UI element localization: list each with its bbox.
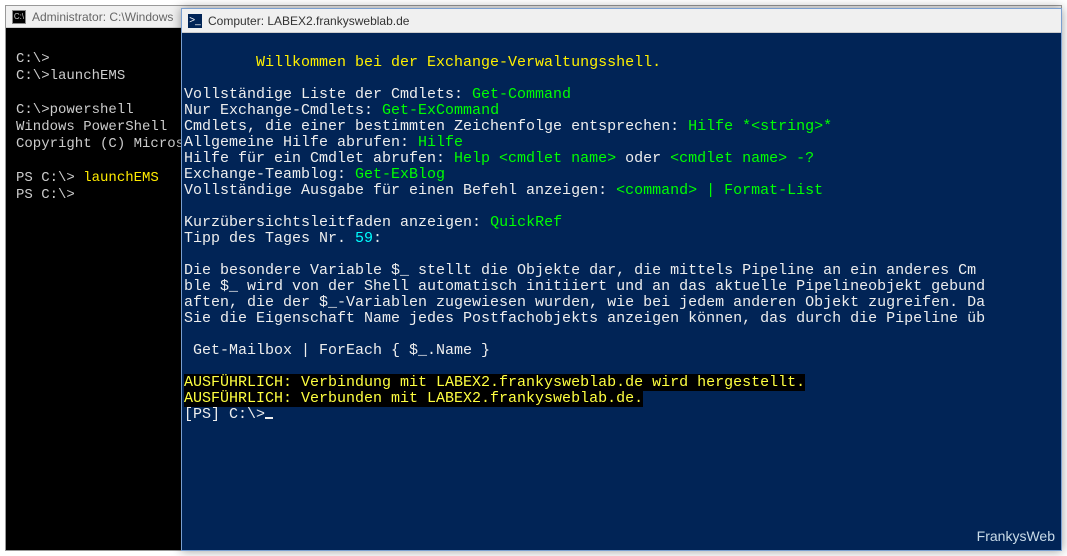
ps-titlebar[interactable]: >_ Computer: LABEX2.frankysweblab.de: [182, 9, 1061, 33]
ps-cmdlet: <cmdlet name> -?: [670, 150, 814, 167]
ps-cmdlet: <command> | Format-List: [616, 182, 823, 199]
ps-line: oder: [616, 150, 670, 167]
watermark-text: FrankysWeb: [977, 528, 1055, 544]
ps-line: Vollständige Ausgabe für einen Befehl an…: [184, 182, 616, 199]
ps-tip-text: Die besondere Variable $_ stellt die Obj…: [184, 262, 976, 279]
cmd-line: Windows PowerShell: [16, 119, 167, 135]
ps-cmdlet: Get-ExCommand: [382, 102, 499, 119]
ps-line: Allgemeine Hilfe abrufen:: [184, 134, 418, 151]
ps-prompt: [PS] C:\>: [184, 406, 265, 423]
ps-tip-label: Tipp des Tages Nr.: [184, 230, 355, 247]
ps-cmdlet: Hilfe: [418, 134, 463, 151]
ps-cmdlet: Hilfe *<string>*: [688, 118, 832, 135]
powershell-window[interactable]: >_ Computer: LABEX2.frankysweblab.de Wil…: [181, 8, 1062, 551]
ps-line: Exchange-Teamblog:: [184, 166, 355, 183]
ps-line: Cmdlets, die einer bestimmten Zeichenfol…: [184, 118, 688, 135]
ps-line: Hilfe für ein Cmdlet abrufen:: [184, 150, 454, 167]
ps-tip-text: aften, die der $_-Variablen zugewiesen w…: [184, 294, 985, 311]
cmd-line: C:\>launchEMS: [16, 68, 125, 84]
cursor-icon: [265, 417, 273, 419]
ps-tip-number: 59: [355, 230, 373, 247]
ps-window-title: Computer: LABEX2.frankysweblab.de: [208, 14, 409, 28]
cmd-line: C:\>: [16, 51, 50, 67]
cmd-prompt: PS C:\>: [16, 170, 83, 186]
ps-tip-text: ble $_ wird von der Shell automatisch in…: [184, 278, 985, 295]
ps-tip-text: Sie die Eigenschaft Name jedes Postfacho…: [184, 310, 985, 327]
cmd-icon: C:\: [12, 10, 26, 24]
cmd-line: Copyright (C) Microso: [16, 136, 192, 152]
cmd-line: C:\>powershell: [16, 102, 134, 118]
ps-line: Vollständige Liste der Cmdlets:: [184, 86, 472, 103]
ps-terminal-output[interactable]: Willkommen bei der Exchange-Verwaltungss…: [182, 33, 1061, 445]
ps-example: Get-Mailbox | ForEach { $_.Name }: [184, 342, 490, 359]
powershell-icon: >_: [188, 14, 202, 28]
ps-cmdlet: QuickRef: [490, 214, 562, 231]
ps-verbose-line: AUSFÜHRLICH: Verbunden mit LABEX2.franky…: [184, 390, 643, 407]
ps-cmdlet: Get-ExBlog: [355, 166, 445, 183]
ps-tip-colon: :: [373, 230, 382, 247]
cmd-command: launchEMS: [83, 170, 159, 186]
ps-welcome-text: Willkommen bei der Exchange-Verwaltungss…: [184, 54, 661, 71]
ps-cmdlet: Help <cmdlet name>: [454, 150, 616, 167]
ps-verbose-line: AUSFÜHRLICH: Verbindung mit LABEX2.frank…: [184, 374, 805, 391]
cmd-prompt: PS C:\>: [16, 187, 75, 203]
cmd-window-title: Administrator: C:\Windows: [32, 10, 173, 24]
ps-line: Kurzübersichtsleitfaden anzeigen:: [184, 214, 490, 231]
ps-cmdlet: Get-Command: [472, 86, 571, 103]
ps-line: Nur Exchange-Cmdlets:: [184, 102, 382, 119]
